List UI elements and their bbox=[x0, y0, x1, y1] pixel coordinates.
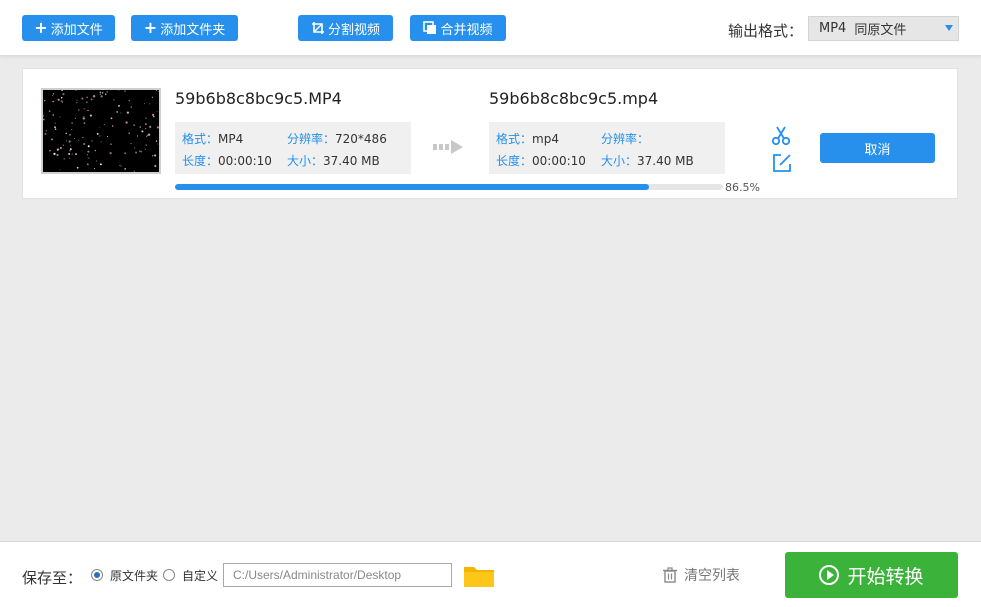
merge-video-button[interactable]: 合并视频 bbox=[410, 15, 506, 41]
save-to-label: 保存至： bbox=[22, 569, 83, 587]
crop-icon bbox=[311, 22, 324, 34]
target-size-value: 37.40 MB bbox=[637, 154, 694, 168]
add-file-label: 添加文件 bbox=[50, 22, 103, 38]
target-resolution-key: 分辨率： bbox=[601, 132, 650, 146]
source-format-key: 格式： bbox=[182, 132, 219, 146]
source-size-value: 37.40 MB bbox=[323, 154, 380, 168]
start-convert-label: 开始转换 bbox=[847, 565, 924, 588]
merge-icon bbox=[423, 21, 437, 34]
output-format-value: MP4 bbox=[819, 21, 847, 36]
video-thumbnail bbox=[41, 88, 161, 174]
trash-icon bbox=[663, 567, 677, 583]
add-file-button[interactable]: + 添加文件 bbox=[22, 15, 115, 41]
output-format-option: 同原文件 bbox=[854, 23, 907, 38]
clear-list-label: 清空列表 bbox=[684, 568, 740, 584]
plus-icon: + bbox=[143, 18, 158, 37]
play-circle-icon bbox=[819, 565, 840, 585]
source-duration-value: 00:00:10 bbox=[218, 154, 272, 168]
plus-icon: + bbox=[34, 18, 48, 37]
progress-bar bbox=[175, 184, 723, 190]
split-video-button[interactable]: 分割视频 bbox=[298, 15, 393, 41]
progress-fill bbox=[175, 184, 650, 190]
dropdown-caret-icon bbox=[945, 25, 953, 31]
source-duration-key: 长度： bbox=[182, 154, 219, 168]
bottom-bar: 保存至： 原文件夹 自定义 清空列表 开始转换 bbox=[0, 541, 981, 607]
output-format-label: 输出格式： bbox=[728, 22, 804, 40]
output-path-input[interactable] bbox=[223, 563, 452, 587]
cancel-button[interactable]: 取消 bbox=[820, 133, 935, 163]
folder-icon[interactable] bbox=[463, 564, 495, 588]
target-format-key: 格式： bbox=[496, 132, 533, 146]
source-resolution-value: 720*486 bbox=[335, 132, 387, 146]
add-folder-button[interactable]: + 添加文件夹 bbox=[131, 15, 238, 41]
split-video-label: 分割视频 bbox=[327, 22, 380, 38]
source-format-value: MP4 bbox=[218, 132, 244, 146]
source-size-key: 大小： bbox=[287, 154, 324, 168]
target-info-panel: 格式：mp4 分辨率： 长度：00:00:10 大小：37.40 MB bbox=[489, 122, 725, 174]
target-duration-value: 00:00:10 bbox=[532, 154, 586, 168]
target-format-value: mp4 bbox=[532, 132, 559, 146]
top-toolbar: + 添加文件 + 添加文件夹 分割视频 合并视频 输出格式： MP4 同原文件 bbox=[0, 0, 981, 56]
conversion-task-card: 59b6b8c8bc9c5.MP4 59b6b8c8bc9c5.mp4 格式：M… bbox=[22, 68, 958, 199]
target-file-name: 59b6b8c8bc9c5.mp4 bbox=[489, 89, 659, 108]
source-file-name: 59b6b8c8bc9c5.MP4 bbox=[175, 89, 342, 108]
edit-icon[interactable] bbox=[771, 152, 793, 174]
custom-folder-label: 自定义 bbox=[182, 569, 219, 583]
radio-original-folder[interactable] bbox=[91, 569, 103, 581]
clear-list-button[interactable]: 清空列表 bbox=[662, 565, 740, 585]
output-format-select[interactable]: MP4 同原文件 bbox=[808, 16, 959, 41]
target-duration-key: 长度： bbox=[496, 154, 533, 168]
add-folder-label: 添加文件夹 bbox=[160, 22, 226, 38]
scissors-icon[interactable] bbox=[770, 125, 792, 147]
radio-custom-folder[interactable] bbox=[163, 569, 175, 581]
convert-arrow-icon bbox=[433, 140, 463, 154]
target-size-key: 大小： bbox=[601, 154, 638, 168]
start-convert-button[interactable]: 开始转换 bbox=[785, 552, 958, 598]
progress-percent: 86.5% bbox=[725, 181, 760, 194]
source-info-panel: 格式：MP4 分辨率：720*486 长度：00:00:10 大小：37.40 … bbox=[175, 122, 411, 174]
original-folder-label: 原文件夹 bbox=[110, 569, 159, 583]
merge-video-label: 合并视频 bbox=[440, 22, 493, 38]
source-resolution-key: 分辨率： bbox=[287, 132, 336, 146]
